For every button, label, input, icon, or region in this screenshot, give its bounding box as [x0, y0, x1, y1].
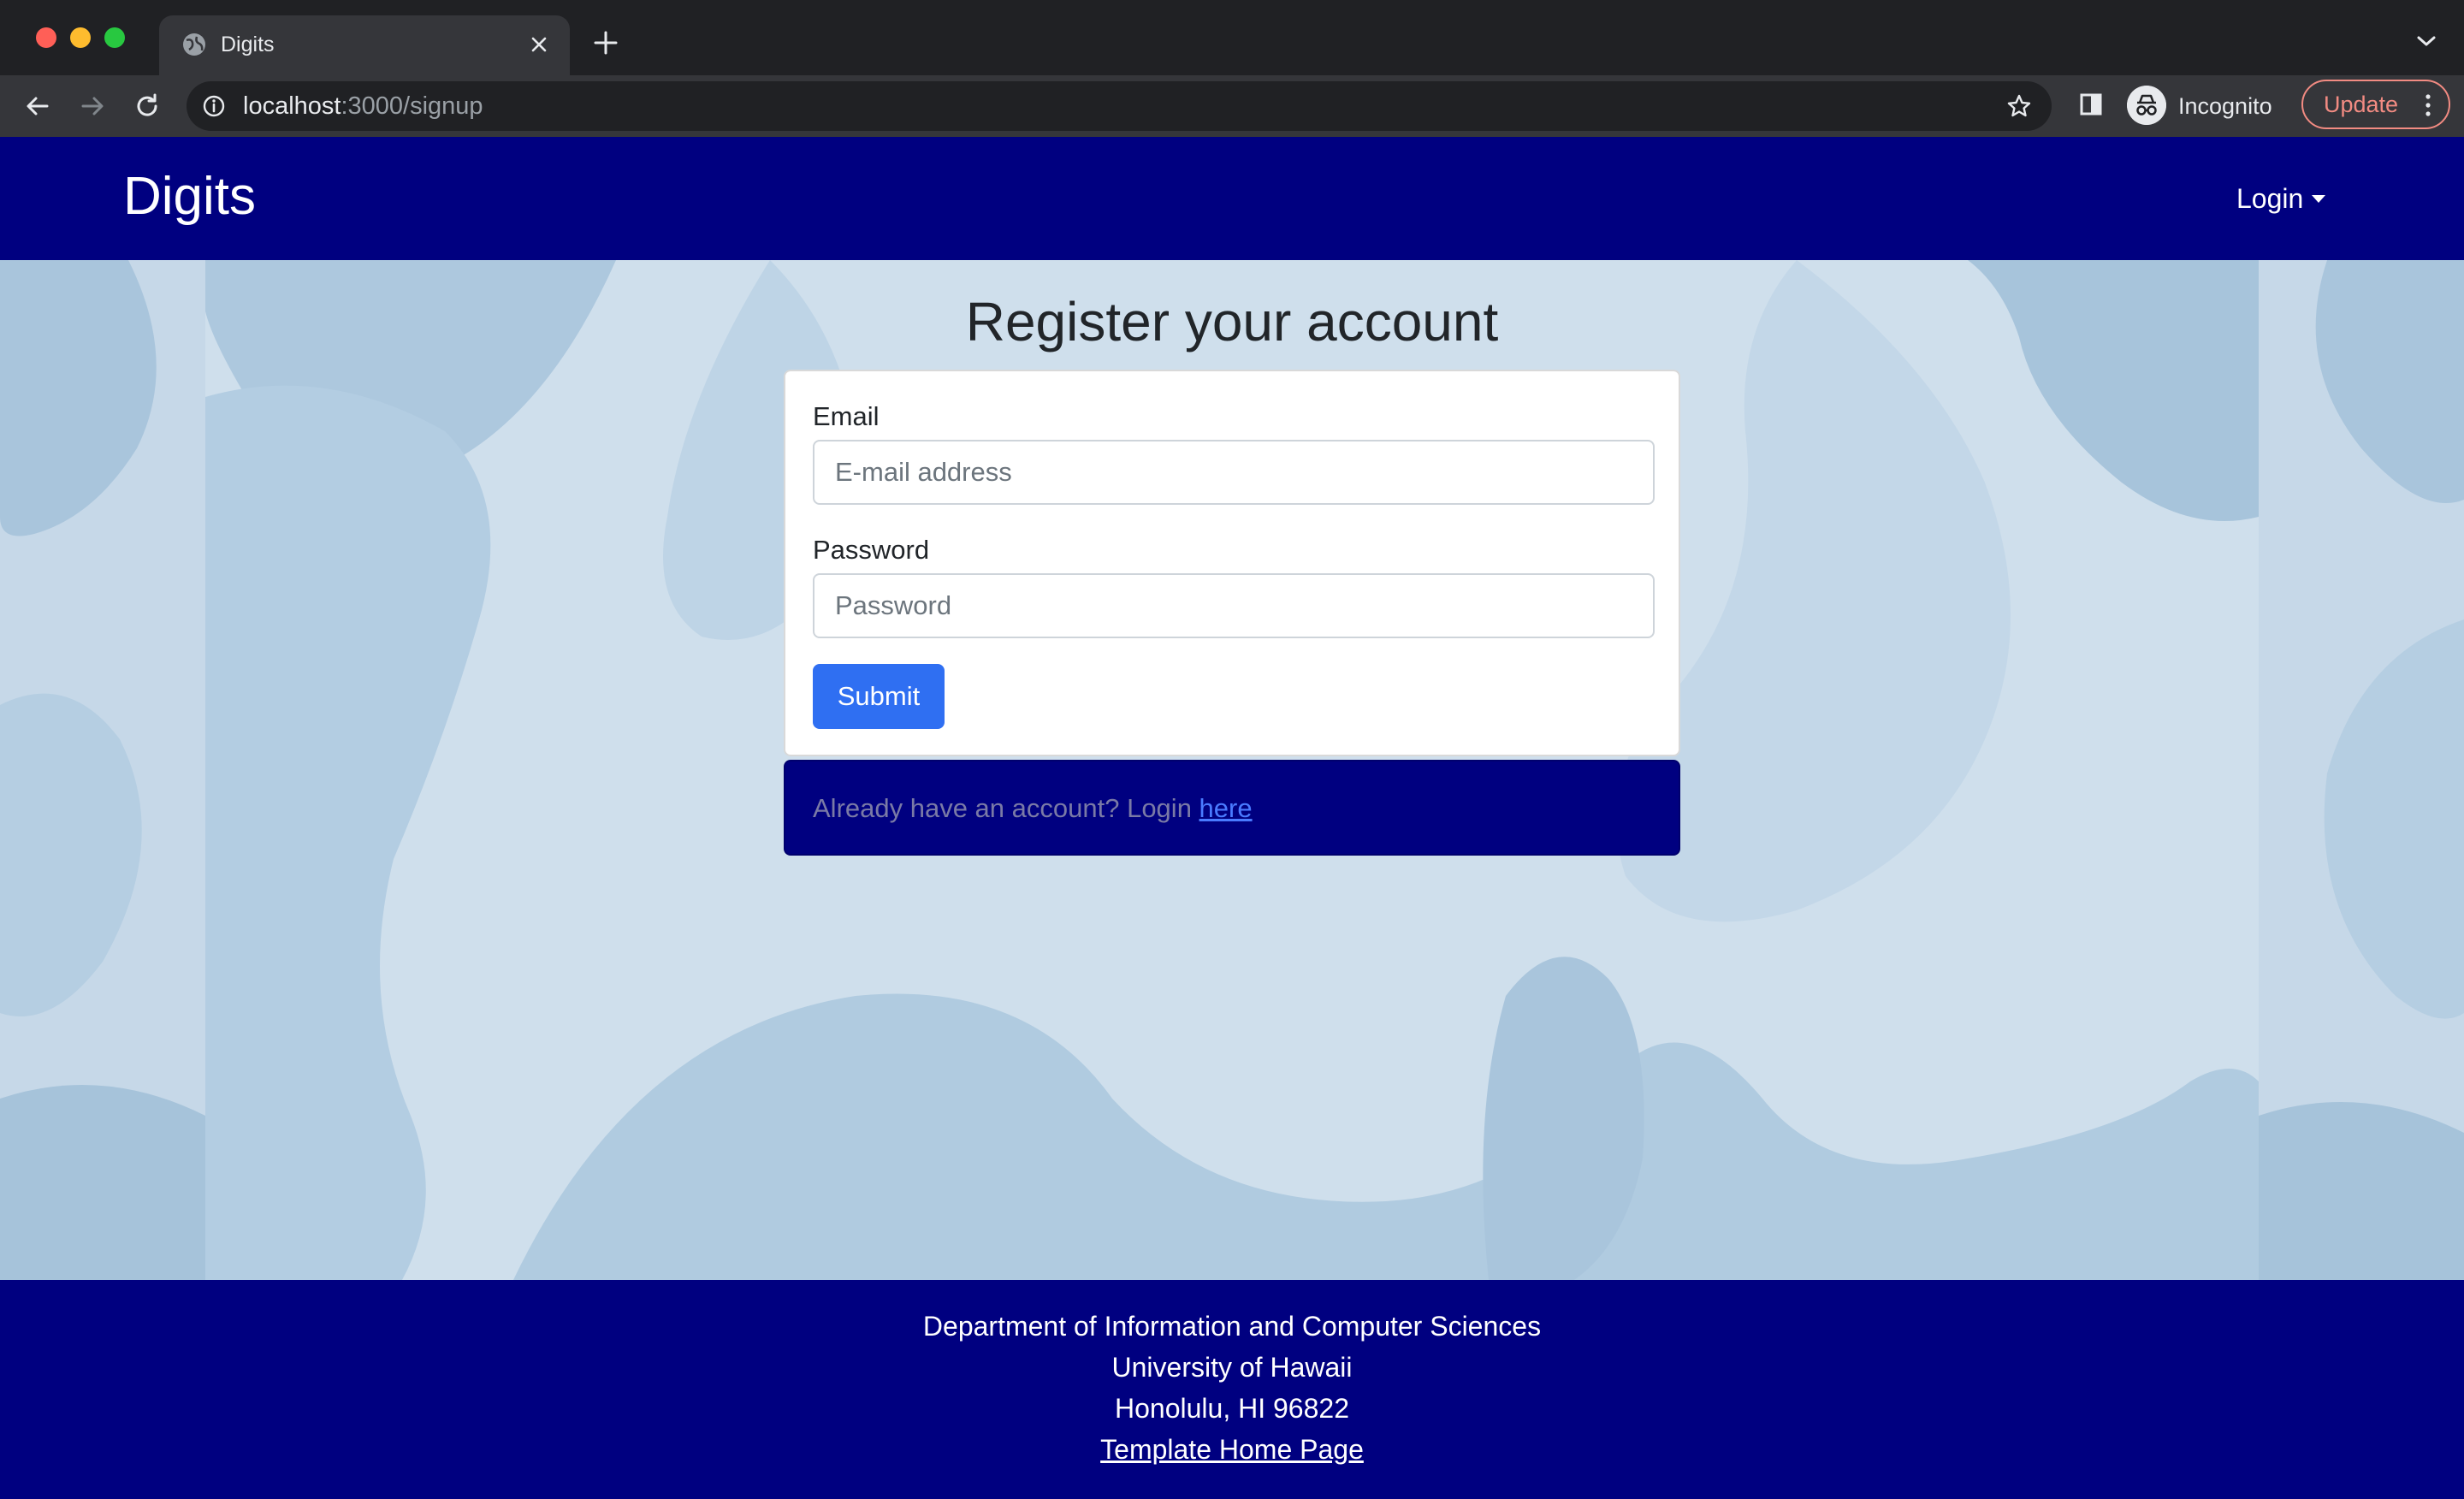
browser-tab[interactable]: Digits	[159, 15, 570, 75]
browser-toolbar: localhost:3000/signup Incognito Update	[0, 75, 2464, 137]
update-label: Update	[2324, 92, 2399, 117]
plus-icon[interactable]	[592, 29, 619, 56]
browser-chrome: Digits localhost:3000/signup Incognito U…	[0, 0, 2464, 137]
login-dropdown-label: Login	[2236, 183, 2304, 214]
password-field-wrapper	[813, 573, 1655, 638]
update-button[interactable]: Update	[2301, 80, 2450, 129]
login-dropdown[interactable]: Login	[2236, 181, 2326, 216]
login-prompt-text: Already have an account? Login here	[813, 792, 1253, 825]
minimize-window-button[interactable]	[70, 27, 91, 48]
incognito-icon	[2127, 86, 2166, 125]
footer-university: University of Hawaii	[1111, 1352, 1353, 1383]
page-title: Register your account	[965, 291, 1499, 353]
footer-address: Honolulu, HI 96822	[1115, 1393, 1349, 1424]
caret-down-icon	[2312, 194, 2326, 203]
close-window-button[interactable]	[36, 27, 56, 48]
incognito-label: Incognito	[2178, 93, 2272, 119]
close-icon[interactable]	[527, 33, 551, 56]
chevron-down-icon[interactable]	[2414, 33, 2438, 50]
email-label: Email	[813, 401, 880, 431]
footer-department: Department of Information and Computer S…	[922, 1311, 1542, 1342]
signup-form-card: Email Password Submit	[784, 370, 1680, 756]
footer-template-link-row: Template Home Page	[0, 1432, 2464, 1466]
reload-icon[interactable]	[130, 89, 164, 123]
star-icon[interactable]	[2005, 92, 2033, 120]
tab-title: Digits	[221, 33, 275, 56]
maximize-window-button[interactable]	[104, 27, 125, 48]
password-label: Password	[813, 535, 930, 565]
email-field-wrapper	[813, 440, 1655, 505]
address-bar[interactable]: localhost:3000/signup	[187, 81, 2052, 131]
login-here-link[interactable]: here	[1199, 793, 1253, 823]
forward-arrow-icon[interactable]	[75, 89, 110, 123]
email-field[interactable]	[814, 441, 1653, 503]
template-home-link[interactable]: Template Home Page	[1100, 1434, 1364, 1465]
url-path: :3000/signup	[341, 92, 483, 120]
tab-strip: Digits	[0, 0, 2464, 75]
url-host: localhost	[243, 92, 341, 120]
kebab-menu-icon[interactable]	[2425, 93, 2431, 117]
brand-link[interactable]: Digits	[123, 166, 256, 228]
back-arrow-icon[interactable]	[21, 89, 55, 123]
app-navbar: Digits Login	[0, 137, 2464, 260]
login-prompt-banner: Already have an account? Login here	[784, 760, 1680, 856]
info-icon[interactable]	[202, 94, 226, 118]
url-text: localhost:3000/signup	[243, 92, 483, 120]
globe-icon	[183, 33, 205, 56]
side-panel-icon[interactable]	[2077, 91, 2105, 118]
password-field[interactable]	[814, 575, 1653, 637]
submit-button[interactable]: Submit	[813, 664, 945, 729]
footer: Department of Information and Computer S…	[0, 1280, 2464, 1499]
login-prompt-message: Already have an account? Login	[813, 793, 1199, 823]
